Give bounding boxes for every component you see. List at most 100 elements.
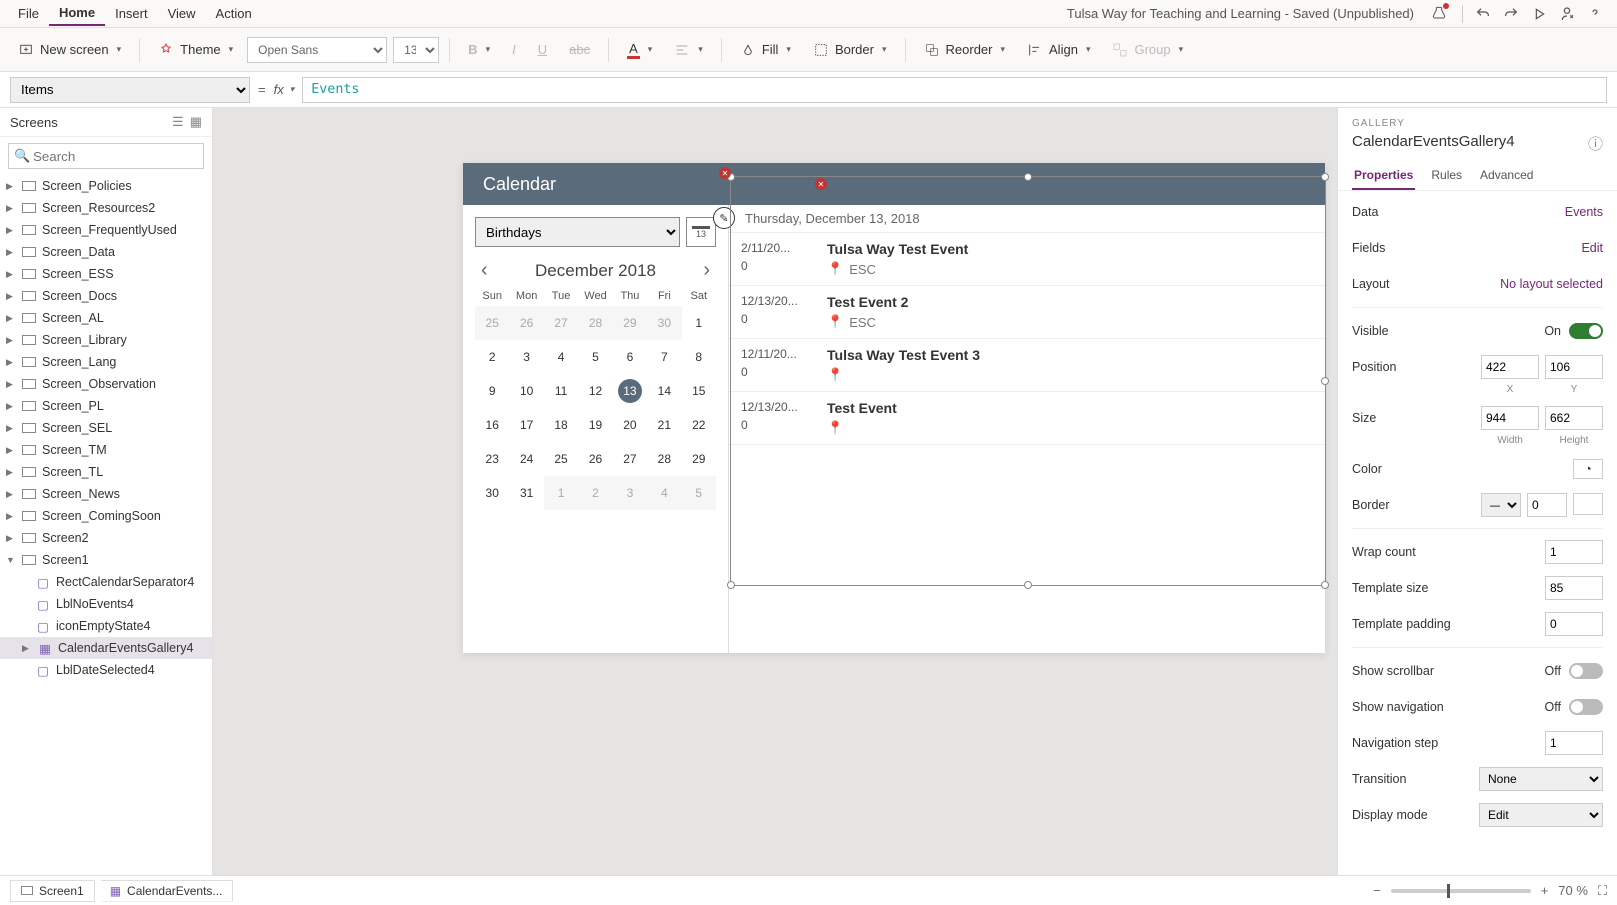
- calendar-day[interactable]: 27: [544, 306, 578, 340]
- play-icon[interactable]: [1525, 0, 1553, 28]
- wrap-count-input[interactable]: [1545, 540, 1603, 564]
- tree-screen-open[interactable]: ▼Screen1: [0, 549, 212, 571]
- calendar-day[interactable]: 15: [682, 374, 716, 408]
- height-input[interactable]: [1545, 406, 1603, 430]
- event-row[interactable]: 12/13/20...0Test Event📍: [729, 392, 1325, 445]
- events-gallery[interactable]: 2/11/20...0Tulsa Way Test Event📍ESC 12/13…: [729, 233, 1325, 653]
- calendar-day[interactable]: 25: [475, 306, 509, 340]
- tree-screen[interactable]: ▶Screen_ESS: [0, 263, 212, 285]
- calendar-day[interactable]: 29: [682, 442, 716, 476]
- search-input[interactable]: [8, 143, 204, 169]
- zoom-in-button[interactable]: +: [1541, 883, 1549, 898]
- font-size-select[interactable]: 13: [393, 37, 439, 63]
- menu-view[interactable]: View: [158, 2, 206, 25]
- x-input[interactable]: [1481, 355, 1539, 379]
- tree-control[interactable]: ▢LblNoEvents4: [0, 593, 212, 615]
- menu-home[interactable]: Home: [49, 1, 105, 26]
- app-checker-icon[interactable]: [1428, 0, 1456, 28]
- calendar-day[interactable]: 10: [509, 374, 543, 408]
- fit-to-window-icon[interactable]: ⛶: [1598, 883, 1607, 899]
- menu-file[interactable]: File: [8, 2, 49, 25]
- tree-control[interactable]: ▢RectCalendarSeparator4: [0, 571, 212, 593]
- calendar-day[interactable]: 4: [544, 340, 578, 374]
- canvas[interactable]: Calendar Birthdays 13 ‹ December 2018 › …: [213, 108, 1337, 875]
- strike-button[interactable]: abc: [561, 38, 598, 61]
- calendar-day[interactable]: 9: [475, 374, 509, 408]
- font-color-button[interactable]: A▾: [619, 37, 660, 63]
- border-button[interactable]: Border▾: [805, 38, 895, 62]
- new-screen-button[interactable]: New screen▾: [10, 38, 129, 62]
- calendar-day[interactable]: 8: [682, 340, 716, 374]
- calendar-day[interactable]: 26: [578, 442, 612, 476]
- calendar-day[interactable]: 29: [613, 306, 647, 340]
- layout-link[interactable]: No layout selected: [1500, 277, 1603, 291]
- calendar-day[interactable]: 2: [578, 476, 612, 510]
- tab-advanced[interactable]: Advanced: [1478, 162, 1535, 190]
- underline-button[interactable]: U: [530, 38, 555, 61]
- template-padding-input[interactable]: [1545, 612, 1603, 636]
- calendar-day[interactable]: 23: [475, 442, 509, 476]
- display-mode-select[interactable]: Edit: [1479, 803, 1603, 827]
- calendar-day[interactable]: 31: [509, 476, 543, 510]
- screen-tree[interactable]: ▶Screen_Policies▶Screen_Resources2▶Scree…: [0, 175, 212, 875]
- fill-button[interactable]: Fill▾: [732, 38, 799, 62]
- edit-template-icon[interactable]: ✎: [713, 207, 735, 229]
- tree-screen[interactable]: ▶Screen_TL: [0, 461, 212, 483]
- calendar-day[interactable]: 4: [647, 476, 681, 510]
- calendar-day[interactable]: 11: [544, 374, 578, 408]
- nav-step-input[interactable]: [1545, 731, 1603, 755]
- border-style-select[interactable]: —: [1481, 493, 1521, 517]
- tree-screen[interactable]: ▶Screen_Observation: [0, 373, 212, 395]
- event-row[interactable]: 12/11/20...0Tulsa Way Test Event 3📍: [729, 339, 1325, 392]
- breadcrumb-control[interactable]: ▦CalendarEvents...: [94, 880, 234, 902]
- calendar-day[interactable]: 28: [578, 306, 612, 340]
- tree-screen[interactable]: ▶Screen_Data: [0, 241, 212, 263]
- visible-toggle[interactable]: [1569, 323, 1603, 339]
- y-input[interactable]: [1545, 355, 1603, 379]
- property-selector[interactable]: Items: [10, 77, 250, 103]
- calendar-dropdown[interactable]: Birthdays: [475, 217, 680, 247]
- calendar-day[interactable]: 14: [647, 374, 681, 408]
- tree-screen[interactable]: ▶Screen_News: [0, 483, 212, 505]
- calendar-grid[interactable]: 2526272829301234567891011121314151617181…: [475, 306, 716, 510]
- scrollbar-toggle[interactable]: [1569, 663, 1603, 679]
- calendar-day[interactable]: 28: [647, 442, 681, 476]
- width-input[interactable]: [1481, 406, 1539, 430]
- tab-properties[interactable]: Properties: [1352, 162, 1415, 190]
- calendar-day[interactable]: 20: [613, 408, 647, 442]
- template-size-input[interactable]: [1545, 576, 1603, 600]
- help-icon[interactable]: [1581, 0, 1609, 28]
- calendar-day[interactable]: 17: [509, 408, 543, 442]
- today-button[interactable]: 13: [686, 217, 716, 247]
- tree-screen[interactable]: ▶Screen_FrequentlyUsed: [0, 219, 212, 241]
- tree-screen[interactable]: ▶Screen_Docs: [0, 285, 212, 307]
- calendar-day[interactable]: 6: [613, 340, 647, 374]
- tree-control[interactable]: ▢LblDateSelected4: [0, 659, 212, 681]
- fields-link[interactable]: Edit: [1581, 241, 1603, 255]
- font-name-select[interactable]: Open Sans: [247, 37, 387, 63]
- undo-icon[interactable]: [1469, 0, 1497, 28]
- calendar-day[interactable]: 30: [647, 306, 681, 340]
- next-month-icon[interactable]: ›: [697, 259, 716, 282]
- tree-screen[interactable]: ▶Screen_Resources2: [0, 197, 212, 219]
- tree-screen[interactable]: ▶Screen_TM: [0, 439, 212, 461]
- calendar-day[interactable]: 3: [509, 340, 543, 374]
- calendar-day[interactable]: 22: [682, 408, 716, 442]
- navigation-toggle[interactable]: [1569, 699, 1603, 715]
- list-view-icon[interactable]: ☰: [172, 114, 184, 130]
- event-row[interactable]: 2/11/20...0Tulsa Way Test Event📍ESC: [729, 233, 1325, 286]
- share-icon[interactable]: [1553, 0, 1581, 28]
- tree-screen[interactable]: ▶Screen_AL: [0, 307, 212, 329]
- theme-button[interactable]: Theme▾: [150, 38, 241, 62]
- prev-month-icon[interactable]: ‹: [475, 259, 494, 282]
- tree-screen[interactable]: ▶Screen_Policies: [0, 175, 212, 197]
- group-button[interactable]: Group▾: [1104, 38, 1191, 62]
- zoom-out-button[interactable]: −: [1373, 883, 1381, 898]
- calendar-day[interactable]: 27: [613, 442, 647, 476]
- tree-screen[interactable]: ▶Screen2: [0, 527, 212, 549]
- calendar-day[interactable]: 1: [544, 476, 578, 510]
- text-align-button[interactable]: ▾: [666, 38, 711, 62]
- calendar-day[interactable]: 5: [682, 476, 716, 510]
- tree-screen[interactable]: ▶Screen_Library: [0, 329, 212, 351]
- reorder-button[interactable]: Reorder▾: [916, 38, 1014, 62]
